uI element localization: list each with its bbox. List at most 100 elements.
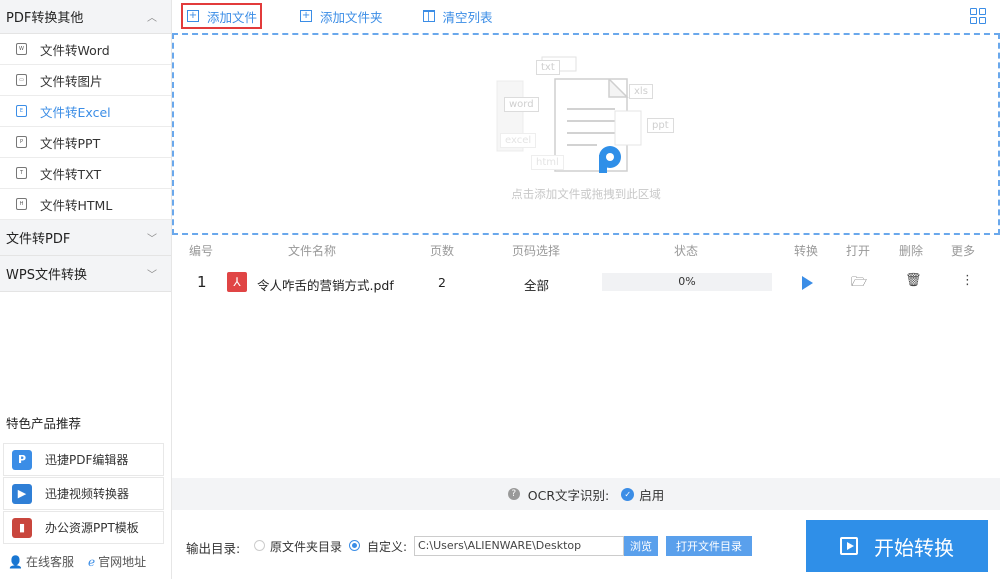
chevron-down-icon: ﹀ (147, 234, 157, 245)
browser-icon: ℯ (87, 555, 96, 569)
ocr-label: OCR文字识别: (527, 487, 610, 503)
documents-illustration-icon (496, 56, 642, 173)
output-bar: 输出目录: 原文件夹目录 自定义: C:\Users\ALIENWARE\Des… (172, 510, 1000, 579)
ocr-value: 启用 (639, 487, 665, 503)
col-status: 状态 (674, 244, 699, 258)
sidebar-item-to-excel[interactable]: E 文件转Excel (0, 96, 171, 127)
promo-video-converter[interactable]: ▶ 迅捷视频转换器 (3, 477, 164, 510)
sidebar-item-label: 文件转Excel (40, 104, 111, 120)
start-convert-label: 开始转换 (874, 535, 954, 560)
col-pages: 页数 (430, 244, 455, 258)
file-table-header: 编号 文件名称 页数 页码选择 状态 转换 打开 删除 更多 (172, 242, 1000, 262)
browse-button[interactable]: 浏览 (624, 536, 658, 556)
online-service-label: 在线客服 (25, 555, 74, 569)
folder-open-icon[interactable]: 🗁 (851, 273, 867, 295)
promo-pdf-editor[interactable]: P 迅捷PDF编辑器 (3, 443, 164, 476)
promo-label: 办公资源PPT模板 (45, 521, 139, 535)
txt-tag: txt (536, 60, 560, 75)
document-icon: E (16, 105, 27, 117)
sidebar-group-to-pdf[interactable]: 文件转PDF ﹀ (0, 220, 171, 256)
col-delete: 删除 (899, 244, 924, 258)
col-number: 编号 (189, 244, 214, 258)
sidebar-group-pdf-to-other[interactable]: PDF转换其他 ︿ (0, 0, 171, 34)
pdf-editor-logo-icon: P (12, 449, 32, 470)
plus-icon: + (187, 10, 199, 22)
play-convert-icon[interactable] (802, 276, 813, 290)
pdf-file-icon: ⅄ (227, 272, 247, 292)
sidebar: PDF转换其他 ︿ W 文件转Word ▭ 文件转图片 E 文件转Excel P… (0, 0, 172, 579)
video-converter-logo-icon: ▶ (12, 483, 32, 504)
sidebar-group-label: PDF转换其他 (6, 11, 84, 26)
promo-title: 特色产品推荐 (6, 416, 82, 431)
promo-ppt-templates[interactable]: ▮ 办公资源PPT模板 (3, 511, 164, 544)
col-more: 更多 (951, 244, 976, 258)
chevron-down-icon: ﹀ (147, 270, 157, 281)
file-drop-zone[interactable]: txt xls word ppt excel html 点击添加文件或拖拽到此区… (172, 33, 1000, 235)
more-vertical-icon[interactable]: ⋮ (961, 273, 974, 288)
document-icon: P (16, 136, 27, 148)
trash-icon[interactable]: 🗑 (905, 273, 922, 288)
clear-list-label: 清空列表 (442, 9, 493, 25)
help-icon[interactable]: ? (507, 488, 520, 500)
sidebar-item-to-image[interactable]: ▭ 文件转图片 (0, 65, 171, 96)
sidebar-item-to-ppt[interactable]: P 文件转PPT (0, 127, 171, 158)
online-service-link[interactable]: 👤 在线客服 (8, 553, 74, 570)
add-file-button[interactable]: + 添加文件 (181, 3, 263, 29)
add-file-label: 添加文件 (207, 9, 258, 25)
promo-label: 迅捷PDF编辑器 (45, 453, 129, 467)
ocr-bar: ? OCR文字识别: ✓ 启用 (172, 478, 1000, 510)
row-page-range[interactable]: 全部 (524, 275, 549, 294)
add-folder-label: 添加文件夹 (320, 9, 383, 25)
radio-source-folder[interactable] (254, 540, 265, 551)
document-icon: W (16, 43, 27, 55)
html-tag: html (531, 155, 564, 170)
output-dir-label: 输出目录: (186, 541, 241, 556)
word-tag: word (504, 97, 539, 112)
sidebar-group-wps[interactable]: WPS文件转换 ﹀ (0, 256, 171, 292)
clear-list-button[interactable]: | 清空列表 (419, 3, 497, 29)
table-row[interactable]: 1 ⅄ 令人咋舌的营销方式.pdf 2 全部 0% 🗁 🗑 ⋮ (172, 268, 1000, 298)
radio-custom-folder[interactable] (349, 540, 360, 551)
ppt-tag: ppt (647, 118, 674, 133)
sidebar-group-label: 文件转PDF (6, 232, 71, 247)
col-file-name: 文件名称 (288, 244, 337, 258)
xls-tag: xls (629, 84, 653, 99)
ppt-template-logo-icon: ▮ (12, 517, 32, 538)
sidebar-item-to-word[interactable]: W 文件转Word (0, 34, 171, 65)
promo-label: 迅捷视频转换器 (45, 487, 130, 501)
row-pages: 2 (438, 275, 446, 290)
row-number: 1 (197, 273, 207, 291)
start-convert-button[interactable]: 开始转换 (806, 520, 988, 572)
sidebar-group-label: WPS文件转换 (6, 268, 87, 283)
plus-icon: + (300, 10, 313, 22)
row-file-name: 令人咋舌的营销方式.pdf (257, 278, 394, 293)
sidebar-item-label: 文件转Word (40, 42, 110, 58)
sidebar-item-label: 文件转图片 (40, 73, 103, 89)
sidebar-item-to-html[interactable]: H 文件转HTML (0, 189, 171, 220)
trash-icon: | (422, 10, 435, 22)
col-page-range: 页码选择 (512, 244, 561, 258)
col-open: 打开 (846, 244, 871, 258)
excel-tag: excel (500, 133, 537, 148)
add-folder-button[interactable]: + 添加文件夹 (296, 3, 387, 29)
grid-view-icon[interactable] (970, 8, 986, 24)
website-link[interactable]: ℯ 官网地址 (88, 553, 146, 570)
radio-custom-folder-label: 自定义: (367, 540, 408, 554)
document-icon: H (16, 198, 27, 210)
toolbar: + 添加文件 + 添加文件夹 | 清空列表 (172, 0, 1000, 32)
sidebar-item-label: 文件转PPT (40, 135, 101, 151)
ocr-enabled-check-icon[interactable]: ✓ (621, 487, 635, 501)
col-convert: 转换 (794, 244, 819, 258)
document-icon: T (16, 167, 27, 179)
sidebar-item-label: 文件转TXT (40, 166, 102, 182)
open-dir-button[interactable]: 打开文件目录 (666, 536, 752, 556)
user-icon: 👤 (8, 555, 23, 569)
row-progress-bar: 0% (602, 273, 772, 291)
drop-zone-hint: 点击添加文件或拖拽到此区域 (511, 187, 661, 201)
sidebar-item-to-txt[interactable]: T 文件转TXT (0, 158, 171, 189)
sidebar-footer: 👤 在线客服 ℯ 官网地址 (8, 553, 146, 570)
output-path-input[interactable]: C:\Users\ALIENWARE\Desktop (414, 536, 624, 556)
sidebar-item-label: 文件转HTML (40, 197, 113, 213)
website-label: 官网地址 (98, 555, 147, 569)
radio-source-folder-label: 原文件夹目录 (270, 540, 343, 554)
